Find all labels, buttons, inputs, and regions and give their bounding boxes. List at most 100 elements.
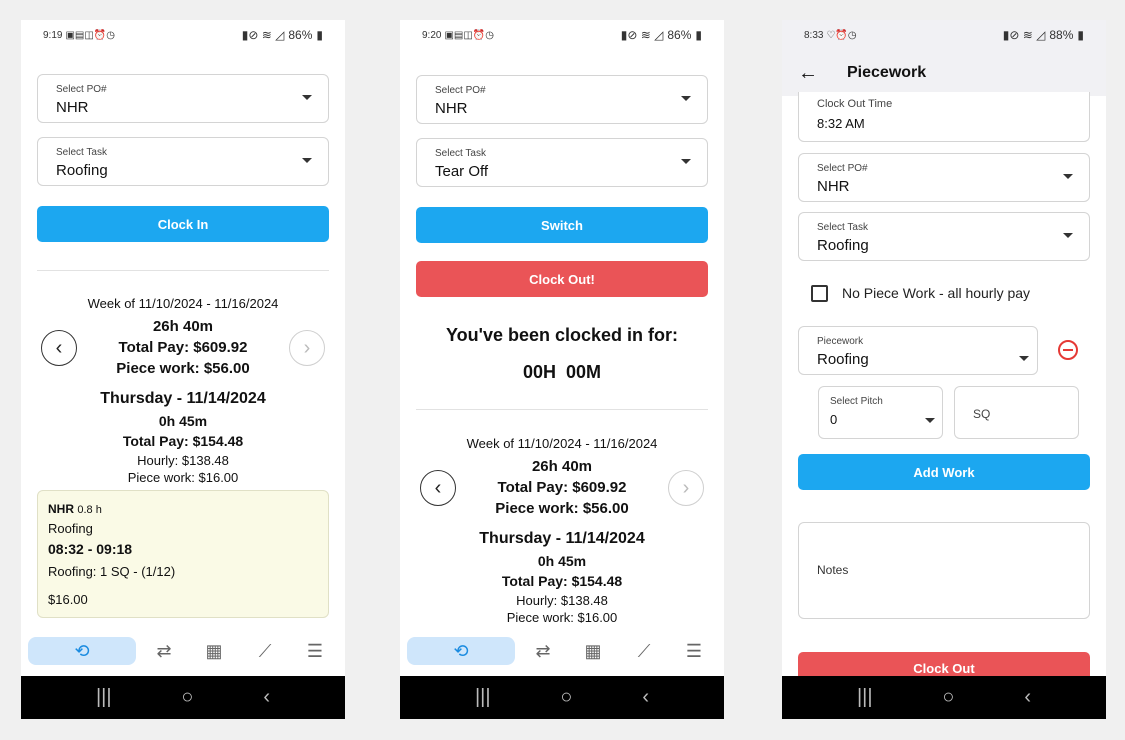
phone-screen-clocked-in: 9:20 ▣▤◫⏰◷ ▮⊘ ≋ ◿ 86% ▮ Select PO# NHR Sele… (400, 20, 724, 719)
next-week-button[interactable]: › (289, 330, 325, 366)
battery-text: 88% (1049, 28, 1074, 42)
recents-icon[interactable]: ||| (857, 686, 873, 709)
no-piece-work-checkbox[interactable] (811, 285, 828, 302)
pitch-select[interactable]: Select Pitch 0 (818, 386, 943, 439)
po-select[interactable]: Select PO# NHR (798, 153, 1090, 202)
day-title: Thursday - 11/14/2024 (479, 530, 645, 547)
status-time: 8:33 (804, 29, 824, 41)
nav-clock[interactable]: ⟲ (28, 637, 136, 665)
task-select[interactable]: Select Task Tear Off (416, 138, 708, 187)
divider (416, 409, 708, 410)
caret-down-icon (302, 158, 312, 163)
sync-clock-icon: ⟲ (453, 640, 469, 661)
po-select-label: Select PO# (435, 85, 486, 96)
battery-text: 86% (288, 28, 313, 42)
nav-chart[interactable]: ⟋ (250, 637, 280, 665)
divider (37, 270, 329, 271)
menu-icon: ☰ (685, 640, 703, 661)
page-title: Piecework (847, 64, 927, 81)
menu-icon: ☰ (306, 640, 324, 661)
notification-icons: ♡⏰◷ (826, 29, 857, 41)
day-total-pay: Total Pay: $154.48 (501, 573, 623, 589)
day-hourly: Hourly: $138.48 (137, 453, 229, 468)
home-icon[interactable]: ○ (181, 686, 193, 709)
swap-icon: ⇄ (156, 640, 172, 661)
no-piece-work-label: No Piece Work - all hourly pay (842, 285, 1031, 301)
day-total-pay: Total Pay: $154.48 (122, 433, 244, 449)
sq-input[interactable]: SQ (954, 386, 1079, 439)
next-week-button[interactable]: › (668, 470, 704, 506)
chevron-right-icon: › (303, 336, 311, 359)
task-select-value: Roofing (56, 162, 108, 179)
phone-screen-clock-in: 9:19 ▣▤◫⏰◷ ▮⊘ ≋ ◿ 86% ▮ Select PO# NHR Sele… (21, 20, 345, 719)
recents-icon[interactable]: ||| (96, 686, 112, 709)
clock-out-time-value: 8:32 AM (817, 116, 865, 131)
nav-switch[interactable]: ⇄ (149, 637, 179, 665)
bottom-nav: ⟲ ⇄ ▦ ⟋ ☰ (21, 636, 345, 676)
day-piece-work: Piece work: $16.00 (506, 610, 618, 625)
nav-switch[interactable]: ⇄ (528, 637, 558, 665)
status-bar: 8:33 ♡⏰◷ ▮⊘ ≋ ◿ 88% ▮ (782, 20, 1106, 50)
po-select[interactable]: Select PO# NHR (37, 74, 329, 123)
back-icon[interactable]: ‹ (1024, 686, 1031, 709)
task-select-label: Select Task (817, 222, 868, 233)
status-time: 9:19 (43, 29, 63, 41)
add-work-button[interactable]: Add Work (798, 454, 1090, 490)
sync-clock-icon: ⟲ (74, 640, 90, 661)
entry-po: NHR (48, 502, 74, 516)
po-select[interactable]: Select PO# NHR (416, 75, 708, 124)
status-time: 9:20 (422, 29, 442, 41)
battery-icon: ▮ (695, 28, 702, 42)
back-arrow-icon[interactable]: ← (798, 62, 818, 85)
entry-hours: 0.8 h (77, 504, 102, 516)
week-range: Week of 11/10/2024 - 11/16/2024 (87, 296, 279, 311)
time-entry-card[interactable]: NHR 0.8 h Roofing 08:32 - 09:18 Roofing:… (37, 490, 329, 618)
nav-grid[interactable]: ▦ (578, 637, 608, 665)
task-select-value: Roofing (817, 237, 869, 254)
entry-work: Roofing: 1 SQ - (1/12) (48, 564, 176, 579)
task-select[interactable]: Select Task Roofing (37, 137, 329, 186)
clocked-in-message: You've been clocked in for: (446, 325, 678, 345)
nav-chart[interactable]: ⟋ (629, 637, 659, 665)
entry-amount: $16.00 (48, 592, 88, 607)
day-hours: 0h 45m (537, 553, 587, 569)
back-icon[interactable]: ‹ (642, 686, 649, 709)
clock-in-button[interactable]: Clock In (37, 206, 329, 242)
notes-textarea[interactable]: Notes (798, 522, 1090, 619)
chevron-right-icon: › (682, 476, 690, 499)
nav-menu[interactable]: ☰ (679, 637, 709, 665)
po-select-label: Select PO# (817, 163, 868, 174)
grid-icon: ▦ (205, 640, 223, 661)
piecework-select[interactable]: Piecework Roofing (798, 326, 1038, 375)
prev-week-button[interactable]: ‹ (420, 470, 456, 506)
po-select-value: NHR (435, 100, 468, 117)
system-nav-bar: ||| ○ ‹ (782, 676, 1106, 719)
recents-icon[interactable]: ||| (475, 686, 491, 709)
switch-button[interactable]: Switch (416, 207, 708, 243)
home-icon[interactable]: ○ (560, 686, 572, 709)
nav-grid[interactable]: ▦ (199, 637, 229, 665)
caret-down-icon (681, 159, 691, 164)
signal-icons: ▮⊘ ≋ ◿ (620, 28, 664, 42)
home-icon[interactable]: ○ (942, 686, 954, 709)
week-range: Week of 11/10/2024 - 11/16/2024 (466, 436, 658, 451)
nav-menu[interactable]: ☰ (300, 637, 330, 665)
clock-out-button[interactable]: Clock Out! (416, 261, 708, 297)
system-nav-bar: ||| ○ ‹ (21, 676, 345, 719)
piecework-select-label: Piecework (817, 336, 864, 347)
day-title: Thursday - 11/14/2024 (100, 390, 266, 407)
battery-icon: ▮ (1077, 28, 1084, 42)
signal-icons: ▮⊘ ≋ ◿ (241, 28, 285, 42)
remove-piecework-button[interactable] (1058, 340, 1078, 360)
prev-week-button[interactable]: ‹ (41, 330, 77, 366)
back-icon[interactable]: ‹ (263, 686, 270, 709)
sq-placeholder: SQ (973, 407, 991, 421)
task-select-value: Tear Off (435, 163, 489, 180)
nav-clock[interactable]: ⟲ (407, 637, 515, 665)
bottom-nav: ⟲ ⇄ ▦ ⟋ ☰ (400, 636, 724, 676)
caret-down-icon (925, 418, 935, 423)
notification-icons: ▣▤◫⏰◷ (444, 29, 494, 41)
task-select[interactable]: Select Task Roofing (798, 212, 1090, 261)
clock-out-time-field[interactable]: Clock Out Time 8:32 AM (798, 92, 1090, 142)
system-nav-bar: ||| ○ ‹ (400, 676, 724, 719)
